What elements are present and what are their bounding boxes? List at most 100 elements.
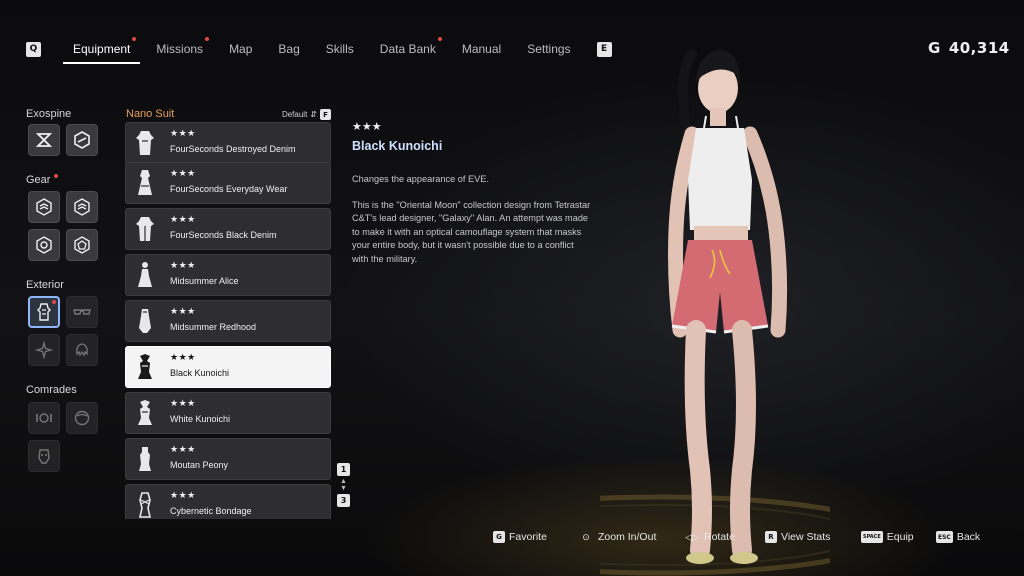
category-exterior-title: Exterior — [26, 279, 64, 291]
outfit-thumbnail-icon — [138, 262, 152, 287]
detail-title: Black Kunoichi — [352, 139, 443, 153]
tab-skills-label: Skills — [325, 42, 354, 56]
exospine-slot-2[interactable] — [66, 124, 98, 156]
tab-data-bank[interactable]: Data Bank — [380, 36, 442, 62]
sparkle-icon — [34, 340, 54, 360]
tab-equipment-label: Equipment — [73, 42, 131, 56]
comrade-face-icon — [74, 410, 90, 426]
outfit-thumbnail-icon — [136, 131, 154, 155]
currency-symbol: G — [928, 39, 941, 57]
list-item[interactable]: ★★★ White Kunoichi — [125, 392, 331, 434]
tab-data-bank-alert-dot — [437, 37, 442, 41]
outfit-thumbnail-icon — [138, 170, 152, 195]
category-comrades-label: Comrades — [26, 384, 77, 396]
gear-slot-4[interactable] — [66, 229, 98, 261]
prev-tab-key[interactable]: Q — [26, 41, 41, 57]
view-stats-label: View Stats — [781, 531, 831, 543]
mouse-drag-icon: ◁▷ — [685, 531, 699, 542]
detail-description-line-1: Changes the appearance of EVE. — [352, 174, 489, 184]
character-model-preview[interactable] — [600, 30, 830, 576]
list-item[interactable]: ★★★ Moutan Peony — [125, 438, 331, 480]
exterior-slot-earring[interactable] — [28, 334, 60, 366]
currency-display: G 40,314 — [928, 39, 1010, 57]
gear-slot-3[interactable] — [28, 229, 60, 261]
top-navigation: Q Equipment Missions Map Bag Skills Data… — [26, 36, 612, 64]
hint-view-stats[interactable]: R View Stats — [765, 531, 830, 543]
exospine-module-icon — [74, 131, 90, 149]
tab-manual-label: Manual — [461, 42, 502, 56]
list-item[interactable]: ★★★ FourSeconds Everyday Wear — [125, 162, 331, 204]
back-label: Back — [956, 531, 981, 543]
comrades-slot-2[interactable] — [66, 402, 98, 434]
tab-missions-alert-dot — [205, 37, 210, 41]
gear-pentagon-icon — [74, 236, 90, 254]
category-gear-title: Gear — [26, 174, 59, 186]
tab-settings[interactable]: Settings — [527, 36, 570, 62]
exterior-slot-hair[interactable] — [66, 334, 98, 366]
outfit-thumbnail-icon — [139, 492, 151, 518]
rotate-label: Rotate — [704, 531, 735, 543]
item-name: Midsummer Alice — [170, 276, 239, 286]
exospine-icon — [35, 133, 53, 147]
page-scroll-arrows-icon[interactable]: ▲ ▼ — [337, 478, 350, 492]
hint-equip[interactable]: SPACE Equip — [861, 531, 914, 543]
item-stars: ★★★ — [170, 307, 196, 317]
list-item[interactable]: ★★★ Midsummer Redhood — [125, 300, 331, 342]
item-name: FourSeconds Everyday Wear — [170, 184, 288, 194]
list-pager: 1 ▲ ▼ 3 — [337, 463, 351, 507]
item-stars: ★★★ — [170, 215, 196, 225]
exterior-alert-dot — [52, 300, 56, 304]
gear-chevron-icon — [36, 198, 52, 216]
tab-bag[interactable]: Bag — [278, 36, 299, 62]
list-item[interactable]: ★★★ FourSeconds Destroyed Denim — [125, 122, 331, 164]
favorite-key: G — [493, 531, 505, 543]
item-name: FourSeconds Black Denim — [170, 230, 277, 240]
list-item-selected[interactable]: ★★★ Black Kunoichi — [125, 346, 331, 388]
page-total: 3 — [337, 494, 350, 507]
tab-bag-label: Bag — [278, 42, 300, 56]
item-stars: ★★★ — [170, 491, 196, 501]
list-item[interactable]: ★★★ Cybernetic Bondage — [125, 484, 331, 519]
page-current: 1 — [337, 463, 350, 476]
item-detail-panel: ★★★ Black Kunoichi Changes the appearanc… — [352, 120, 592, 266]
tab-equipment[interactable]: Equipment — [62, 36, 141, 64]
list-item[interactable]: ★★★ FourSeconds Black Denim — [125, 208, 331, 250]
tab-equipment-alert-dot — [132, 37, 137, 41]
equip-key: SPACE — [861, 531, 883, 543]
comrades-slot-3[interactable] — [28, 440, 60, 472]
exterior-slot-glasses[interactable] — [66, 296, 98, 328]
exospine-slot-1[interactable] — [28, 124, 60, 156]
nano-suit-icon — [37, 303, 51, 321]
hint-zoom[interactable]: ⊙ Zoom In/Out — [578, 531, 656, 543]
category-exterior-label: Exterior — [26, 279, 64, 291]
outfit-thumbnail-icon — [139, 447, 151, 471]
gear-slot-2[interactable] — [66, 191, 98, 223]
item-name: Moutan Peony — [170, 460, 229, 470]
list-item[interactable]: ★★★ Midsummer Alice — [125, 254, 331, 296]
gear-slot-1[interactable] — [28, 191, 60, 223]
comrades-slot-1[interactable] — [28, 402, 60, 434]
detail-description-line-2: This is the "Oriental Moon" collection d… — [352, 199, 591, 264]
tab-skills[interactable]: Skills — [326, 36, 354, 62]
item-name: FourSeconds Destroyed Denim — [170, 144, 296, 154]
outfit-thumbnail-icon — [138, 354, 152, 379]
nano-suit-list[interactable]: ★★★ FourSeconds Destroyed Denim ★★★ Four… — [125, 116, 331, 519]
hint-rotate[interactable]: ◁▷ Rotate — [684, 531, 735, 543]
hair-icon — [76, 343, 88, 357]
zoom-label: Zoom In/Out — [598, 531, 657, 543]
detail-description: Changes the appearance of EVE. This is t… — [352, 173, 592, 266]
outfit-thumbnail-icon — [136, 217, 154, 241]
tab-map[interactable]: Map — [229, 36, 252, 62]
hint-back[interactable]: ESC Back — [936, 531, 980, 543]
item-stars: ★★★ — [170, 169, 196, 179]
detail-stars: ★★★ — [352, 120, 382, 133]
tab-settings-label: Settings — [527, 42, 571, 56]
tab-missions[interactable]: Missions — [156, 36, 210, 62]
tab-missions-label: Missions — [156, 42, 204, 56]
item-name: Black Kunoichi — [170, 368, 230, 378]
gear-alert-dot — [54, 174, 59, 178]
tab-manual[interactable]: Manual — [462, 36, 501, 62]
exterior-slot-nano-suit[interactable] — [28, 296, 60, 328]
comrade-drone-icon — [36, 413, 52, 423]
hint-favorite[interactable]: G Favorite — [493, 531, 547, 543]
